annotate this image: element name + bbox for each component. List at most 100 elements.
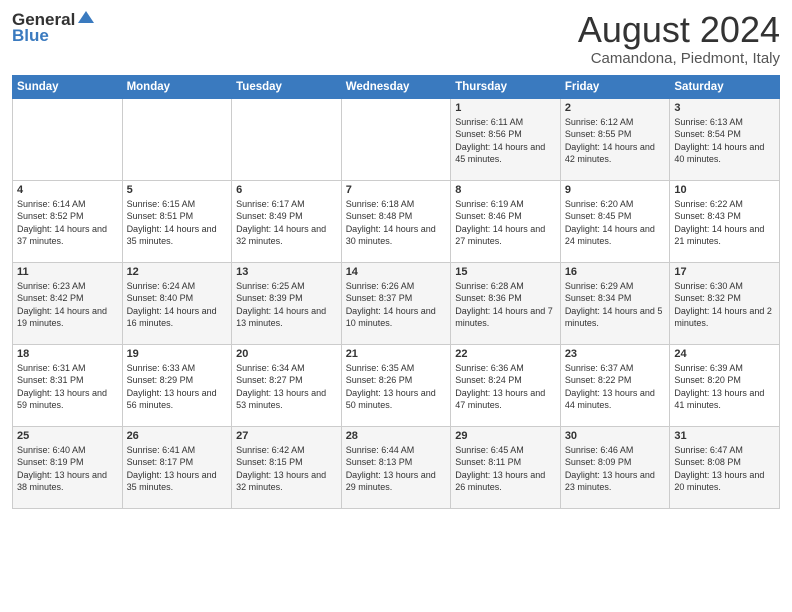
day-number: 30 (565, 430, 666, 442)
day-number: 13 (236, 266, 337, 278)
table-row: 27 Sunrise: 6:42 AMSunset: 8:15 PMDayligh… (232, 426, 342, 508)
day-number: 18 (17, 348, 118, 360)
cell-info: Sunrise: 6:41 AMSunset: 8:17 PMDaylight:… (127, 444, 228, 494)
table-row (13, 98, 123, 180)
day-number: 21 (346, 348, 447, 360)
calendar-table: Sunday Monday Tuesday Wednesday Thursday… (12, 75, 780, 509)
table-row: 8Sunrise: 6:19 AMSunset: 8:46 PMDaylight… (451, 180, 561, 262)
table-row: 24 Sunrise: 6:39 AMSunset: 8:20 PMDayligh… (670, 344, 780, 426)
day-number: 12 (127, 266, 228, 278)
table-row: 14Sunrise: 6:26 AMSunset: 8:37 PMDayligh… (341, 262, 451, 344)
calendar-week-row: 1Sunrise: 6:11 AMSunset: 8:56 PMDaylight… (13, 98, 780, 180)
cell-info: Sunrise: 6:24 AMSunset: 8:40 PMDaylight:… (127, 280, 228, 330)
table-row: 18 Sunrise: 6:31 AMSunset: 8:31 PMDayligh… (13, 344, 123, 426)
table-row (232, 98, 342, 180)
day-number: 27 (236, 430, 337, 442)
day-number: 7 (346, 184, 447, 196)
calendar-week-row: 25 Sunrise: 6:40 AMSunset: 8:19 PMDayligh… (13, 426, 780, 508)
table-row: 19 Sunrise: 6:33 AMSunset: 8:29 PMDayligh… (122, 344, 232, 426)
cell-info: Sunrise: 6:33 AMSunset: 8:29 PMDaylight:… (127, 362, 228, 412)
calendar-week-row: 4 Sunrise: 6:14 AMSunset: 8:52 PMDaylight… (13, 180, 780, 262)
cell-info: Sunrise: 6:47 AMSunset: 8:08 PMDaylight:… (674, 444, 775, 494)
day-number: 4 (17, 184, 118, 196)
cell-info: Sunrise: 6:15 AMSunset: 8:51 PMDaylight:… (127, 198, 228, 248)
cell-info: Sunrise: 6:35 AMSunset: 8:26 PMDaylight:… (346, 362, 447, 412)
cell-info: Sunrise: 6:34 AMSunset: 8:27 PMDaylight:… (236, 362, 337, 412)
table-row: 11Sunrise: 6:23 AMSunset: 8:42 PMDayligh… (13, 262, 123, 344)
day-number: 17 (674, 266, 775, 278)
table-row: 15 Sunrise: 6:28 AMSunset: 8:36 PMDayligh… (451, 262, 561, 344)
table-row: 2 Sunrise: 6:12 AMSunset: 8:55 PMDaylight… (560, 98, 670, 180)
day-number: 24 (674, 348, 775, 360)
cell-info: Sunrise: 6:37 AMSunset: 8:22 PMDaylight:… (565, 362, 666, 412)
month-title: August 2024 (578, 10, 780, 50)
cell-info: Sunrise: 6:44 AMSunset: 8:13 PMDaylight:… (346, 444, 447, 494)
day-number: 16 (565, 266, 666, 278)
table-row (122, 98, 232, 180)
cell-info: Sunrise: 6:13 AMSunset: 8:54 PMDaylight:… (674, 116, 775, 166)
day-number: 15 (455, 266, 556, 278)
day-number: 2 (565, 102, 666, 114)
day-number: 14 (346, 266, 447, 278)
day-number: 31 (674, 430, 775, 442)
cell-info: Sunrise: 6:22 AMSunset: 8:43 PMDaylight:… (674, 198, 775, 248)
cell-info: Sunrise: 6:25 AMSunset: 8:39 PMDaylight:… (236, 280, 337, 330)
title-block: August 2024 Camandona, Piedmont, Italy (578, 10, 780, 67)
table-row: 21 Sunrise: 6:35 AMSunset: 8:26 PMDayligh… (341, 344, 451, 426)
cell-info: Sunrise: 6:42 AMSunset: 8:15 PMDaylight:… (236, 444, 337, 494)
day-number: 19 (127, 348, 228, 360)
table-row: 16 Sunrise: 6:29 AMSunset: 8:34 PMDayligh… (560, 262, 670, 344)
calendar-week-row: 18 Sunrise: 6:31 AMSunset: 8:31 PMDayligh… (13, 344, 780, 426)
day-number: 29 (455, 430, 556, 442)
cell-info: Sunrise: 6:39 AMSunset: 8:20 PMDaylight:… (674, 362, 775, 412)
table-row: 30 Sunrise: 6:46 AMSunset: 8:09 PMDayligh… (560, 426, 670, 508)
day-number: 25 (17, 430, 118, 442)
page-container: General Blue August 2024 Camandona, Pied… (0, 0, 792, 517)
day-number: 28 (346, 430, 447, 442)
table-row: 22 Sunrise: 6:36 AMSunset: 8:24 PMDayligh… (451, 344, 561, 426)
table-row: 23Sunrise: 6:37 AMSunset: 8:22 PMDayligh… (560, 344, 670, 426)
table-row: 31 Sunrise: 6:47 AMSunset: 8:08 PMDayligh… (670, 426, 780, 508)
table-row: 29 Sunrise: 6:45 AMSunset: 8:11 PMDayligh… (451, 426, 561, 508)
cell-info: Sunrise: 6:40 AMSunset: 8:19 PMDaylight:… (17, 444, 118, 494)
day-number: 3 (674, 102, 775, 114)
cell-info: Sunrise: 6:45 AMSunset: 8:11 PMDaylight:… (455, 444, 556, 494)
day-number: 10 (674, 184, 775, 196)
col-wednesday: Wednesday (341, 75, 451, 98)
day-number: 22 (455, 348, 556, 360)
cell-info: Sunrise: 6:36 AMSunset: 8:24 PMDaylight:… (455, 362, 556, 412)
cell-info: Sunrise: 6:14 AMSunset: 8:52 PMDaylight:… (17, 198, 118, 248)
table-row: 13 Sunrise: 6:25 AMSunset: 8:39 PMDayligh… (232, 262, 342, 344)
table-row: 12 Sunrise: 6:24 AMSunset: 8:40 PMDayligh… (122, 262, 232, 344)
cell-info: Sunrise: 6:11 AMSunset: 8:56 PMDaylight:… (455, 116, 556, 166)
table-row: 6 Sunrise: 6:17 AMSunset: 8:49 PMDaylight… (232, 180, 342, 262)
logo: General Blue (12, 10, 96, 46)
calendar-week-row: 11Sunrise: 6:23 AMSunset: 8:42 PMDayligh… (13, 262, 780, 344)
table-row: 5Sunrise: 6:15 AMSunset: 8:51 PMDaylight… (122, 180, 232, 262)
table-row: 26 Sunrise: 6:41 AMSunset: 8:17 PMDayligh… (122, 426, 232, 508)
header: General Blue August 2024 Camandona, Pied… (12, 10, 780, 67)
col-thursday: Thursday (451, 75, 561, 98)
col-monday: Monday (122, 75, 232, 98)
cell-info: Sunrise: 6:46 AMSunset: 8:09 PMDaylight:… (565, 444, 666, 494)
cell-info: Sunrise: 6:28 AMSunset: 8:36 PMDaylight:… (455, 280, 556, 330)
table-row: 1Sunrise: 6:11 AMSunset: 8:56 PMDaylight… (451, 98, 561, 180)
calendar-header-row: Sunday Monday Tuesday Wednesday Thursday… (13, 75, 780, 98)
cell-info: Sunrise: 6:31 AMSunset: 8:31 PMDaylight:… (17, 362, 118, 412)
cell-info: Sunrise: 6:29 AMSunset: 8:34 PMDaylight:… (565, 280, 666, 330)
day-number: 26 (127, 430, 228, 442)
cell-info: Sunrise: 6:20 AMSunset: 8:45 PMDaylight:… (565, 198, 666, 248)
cell-info: Sunrise: 6:17 AMSunset: 8:49 PMDaylight:… (236, 198, 337, 248)
location-text: Camandona, Piedmont, Italy (578, 50, 780, 67)
cell-info: Sunrise: 6:30 AMSunset: 8:32 PMDaylight:… (674, 280, 775, 330)
day-number: 11 (17, 266, 118, 278)
table-row: 10 Sunrise: 6:22 AMSunset: 8:43 PMDayligh… (670, 180, 780, 262)
col-tuesday: Tuesday (232, 75, 342, 98)
table-row: 17 Sunrise: 6:30 AMSunset: 8:32 PMDayligh… (670, 262, 780, 344)
col-friday: Friday (560, 75, 670, 98)
day-number: 6 (236, 184, 337, 196)
day-number: 8 (455, 184, 556, 196)
table-row: 4 Sunrise: 6:14 AMSunset: 8:52 PMDaylight… (13, 180, 123, 262)
cell-info: Sunrise: 6:12 AMSunset: 8:55 PMDaylight:… (565, 116, 666, 166)
table-row: 25 Sunrise: 6:40 AMSunset: 8:19 PMDayligh… (13, 426, 123, 508)
